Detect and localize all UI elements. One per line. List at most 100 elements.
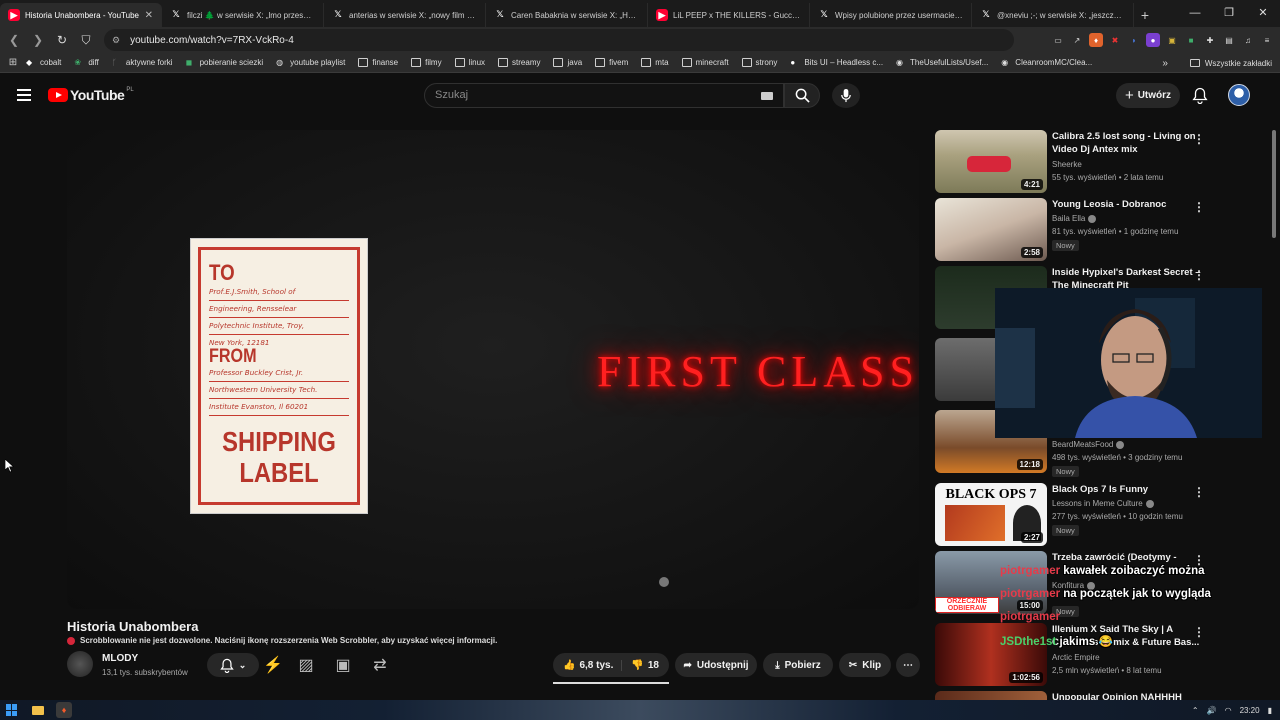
minimize-icon[interactable]: —: [1178, 0, 1212, 27]
bookmark-item[interactable]: ◼ pobieranie sciezki: [186, 58, 264, 67]
bookmark-item[interactable]: ● Bits UI – Headless c...: [790, 58, 883, 67]
bookmark-folder[interactable]: streamy: [498, 58, 540, 67]
miniplayer-icon[interactable]: ▣: [335, 657, 351, 674]
sidebar-scrollbar[interactable]: [1272, 130, 1276, 238]
bookmark-folder[interactable]: finanse: [358, 58, 398, 67]
bookmark-item[interactable]: ᚴ aktywne forki: [112, 58, 173, 67]
browser-tab[interactable]: ▶LiL PEEP x THE KILLERS - Gucci Mane: [648, 3, 810, 27]
recommendation-channel[interactable]: Lessons in Meme Culture: [1052, 499, 1154, 508]
bookmark-item[interactable]: ◉ CleanroomMC/Clea...: [1001, 58, 1092, 67]
search-input[interactable]: Szukaj: [424, 83, 784, 108]
apps-grid-icon[interactable]: ⊞: [0, 57, 26, 68]
extension-icon[interactable]: ●: [1146, 33, 1160, 47]
back-icon[interactable]: ❮: [4, 33, 24, 47]
bookmark-folder[interactable]: filmy: [411, 58, 442, 67]
recommendation-title[interactable]: Trzeba zawrócić (Deotymy -: [1052, 551, 1202, 564]
more-options-icon[interactable]: ⋮: [1193, 485, 1205, 499]
brave-shield-icon[interactable]: ♦: [1089, 33, 1103, 47]
url-field[interactable]: ⚙ youtube.com/watch?v=7RX-VckRo-4: [104, 29, 1014, 51]
volume-icon[interactable]: 🔊: [1207, 706, 1217, 715]
recommendation-channel[interactable]: Baila Ella: [1052, 214, 1097, 223]
recommendation-channel[interactable]: BeardMeatsFood: [1052, 440, 1125, 449]
new-tab-button[interactable]: +: [1134, 3, 1156, 27]
dislike-button[interactable]: 👎 18: [627, 660, 659, 671]
forward-icon[interactable]: ❯: [28, 33, 48, 47]
recommendation-title[interactable]: Calibra 2.5 lost song - Living on Video …: [1052, 130, 1202, 156]
browser-tab[interactable]: 𝕏 @xneviu ;-; w serwisie X: „jeszcze fik: [972, 3, 1134, 27]
recommendation-title[interactable]: Black Ops 7 Is Funny: [1052, 483, 1202, 496]
extensions-puzzle-icon[interactable]: ✚: [1203, 33, 1217, 47]
share-icon[interactable]: ↗: [1070, 33, 1084, 47]
bookmark-item[interactable]: ◆ cobalt: [26, 58, 61, 67]
youtube-logo[interactable]: YouTube PL: [48, 87, 134, 103]
restore-icon[interactable]: ❐: [1212, 0, 1246, 27]
close-window-icon[interactable]: ✕: [1246, 0, 1280, 27]
cast-icon[interactable]: ▭: [1051, 33, 1065, 47]
notification-center-icon[interactable]: ▮: [1268, 706, 1272, 715]
video-thumbnail[interactable]: BLACK OPS 7 2:27: [935, 483, 1047, 546]
bookmark-folder[interactable]: strony: [741, 58, 777, 67]
account-avatar[interactable]: [1228, 84, 1250, 106]
channel-name[interactable]: MLODY: [102, 653, 138, 664]
browser-tab[interactable]: 𝕏filczi 🌲 w serwisie X: „lmo przesada: [162, 3, 324, 27]
video-player[interactable]: TO Prof.E.J.Smith, School of Engineering…: [67, 130, 919, 609]
extension-icon[interactable]: ▣: [1165, 33, 1179, 47]
clock[interactable]: 23:20: [1240, 706, 1260, 715]
extension-icon[interactable]: ✖: [1108, 33, 1122, 47]
network-icon[interactable]: ◠: [1225, 706, 1232, 715]
bookmark-folder[interactable]: minecraft: [681, 58, 729, 67]
menu-icon[interactable]: [17, 89, 31, 101]
recommendation-item[interactable]: 1:02:56 Illenium X Said The Sky | A Chri…: [935, 623, 1235, 687]
thanks-lightning-icon[interactable]: ⚡: [263, 657, 283, 674]
create-button[interactable]: + Utwórz: [1116, 83, 1180, 108]
browser-tab[interactable]: 𝕏 Caren Babaknia w serwisie X: „How c: [486, 3, 648, 27]
all-bookmarks-button[interactable]: Wszystkie zakładki: [1205, 59, 1272, 68]
windows-start-icon[interactable]: [6, 704, 18, 716]
more-options-icon[interactable]: ⋮: [1193, 132, 1205, 146]
bookmark-item[interactable]: ❀ diff: [74, 58, 99, 67]
recommendation-item[interactable]: 2:58 Young Leosia - Dobranoc Baila Ella …: [935, 198, 1235, 262]
video-thumbnail[interactable]: 2:58: [935, 198, 1047, 261]
bookmark-icon[interactable]: ⛉: [76, 33, 96, 48]
close-tab-icon[interactable]: ✕: [145, 10, 153, 21]
keyboard-icon[interactable]: [761, 92, 773, 100]
more-options-icon[interactable]: ⋮: [1193, 200, 1205, 214]
recommendation-item[interactable]: Unpopular Opinion NAHHHH: [935, 691, 1235, 700]
more-options-icon[interactable]: ⋮: [1193, 625, 1205, 639]
recommendation-channel[interactable]: Arctic Empire: [1052, 653, 1100, 662]
loop-icon[interactable]: ⇄: [372, 657, 388, 674]
extension-icon[interactable]: ◗: [1127, 33, 1141, 47]
browser-tab[interactable]: ▶ Historia Unabombera - YouTube ✕: [0, 3, 162, 27]
bookmarks-overflow-button[interactable]: »: [1162, 58, 1168, 69]
more-actions-button[interactable]: ⋯: [896, 653, 920, 677]
recommendation-title[interactable]: Young Leosia - Dobranoc: [1052, 198, 1202, 211]
video-thumbnail[interactable]: [935, 691, 1047, 700]
more-options-icon[interactable]: ⋮: [1193, 268, 1205, 282]
bookmark-folder[interactable]: mta: [641, 58, 669, 67]
bookmark-item[interactable]: ◉ TheUsefulLists/Usef...: [896, 58, 988, 67]
extension-icon[interactable]: ■: [1184, 33, 1198, 47]
download-button[interactable]: ⤓ Pobierz: [763, 653, 833, 677]
menu-icon[interactable]: ≡: [1260, 33, 1274, 47]
like-button[interactable]: 👍 6,8 tys.: [563, 659, 623, 671]
bookmark-item[interactable]: ◍ youtube playlist: [276, 58, 345, 67]
search-button[interactable]: [784, 83, 820, 108]
brave-browser-icon[interactable]: ♦: [56, 702, 72, 718]
video-thumbnail[interactable]: 4:21: [935, 130, 1047, 193]
video-thumbnail[interactable]: 1:02:56: [935, 623, 1047, 686]
media-icon[interactable]: ♫: [1241, 33, 1255, 47]
subscribe-bell-button[interactable]: ⌄: [207, 653, 259, 677]
clip-button[interactable]: ✂ Klip: [839, 653, 891, 677]
browser-tab[interactable]: 𝕏 Wpisy polubione przez usermacieg (: [810, 3, 972, 27]
recommendation-item[interactable]: BLACK OPS 7 2:27 Black Ops 7 Is Funny Le…: [935, 483, 1235, 547]
image-icon[interactable]: ▨: [298, 657, 314, 674]
browser-tab[interactable]: 𝕏anterias w serwisie X: „nowy film doc: [324, 3, 486, 27]
recommendation-title[interactable]: Unpopular Opinion NAHHHH: [1052, 691, 1202, 700]
voice-search-button[interactable]: [832, 83, 860, 108]
recommendation-item[interactable]: ORZECZNIE ODBIERAW 15:00 Trzeba zawrócić…: [935, 551, 1235, 617]
file-explorer-icon[interactable]: [32, 705, 44, 715]
reload-icon[interactable]: ↻: [52, 33, 72, 47]
site-info-icon[interactable]: ⚙: [112, 35, 120, 46]
video-thumbnail[interactable]: ORZECZNIE ODBIERAW 15:00: [935, 551, 1047, 614]
recommendation-channel[interactable]: Sheerke: [1052, 160, 1082, 169]
